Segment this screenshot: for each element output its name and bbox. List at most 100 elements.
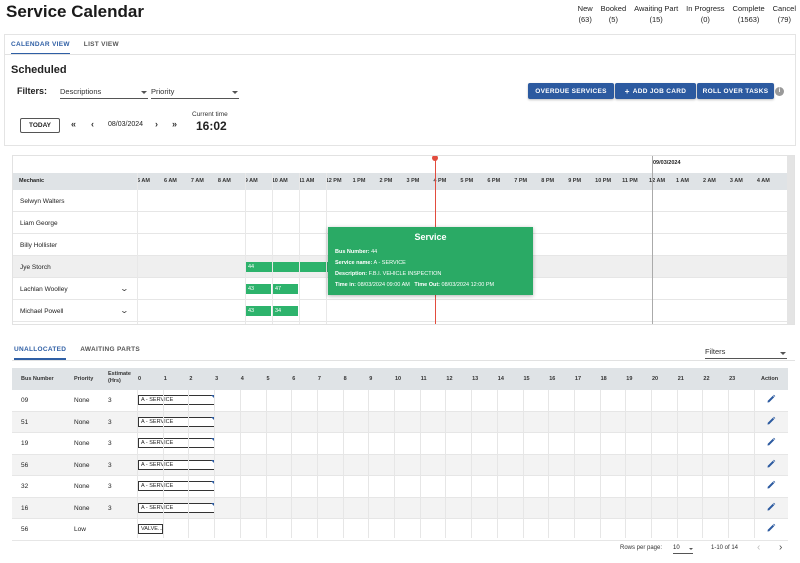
chevron-down-icon[interactable]: ⌄ [120, 284, 129, 293]
hour-label: 7 PM [514, 178, 528, 184]
info-icon[interactable]: i [775, 87, 784, 96]
timeline-header: Mechanic 5 AM 6 AM 7 AM 8 AM 9 AM 10 AM 11 AM 1… [13, 173, 794, 190]
mechanic-name: Liam George [20, 220, 58, 227]
service-chip[interactable]: A - SERVICE [138, 416, 215, 427]
hour-column-header: 9 [369, 376, 373, 382]
chevron-down-icon [689, 548, 693, 550]
mechanic-row[interactable]: Selwyn Walters [13, 190, 794, 212]
table-grid-line [394, 390, 395, 538]
edit-icon[interactable] [766, 459, 776, 469]
next-day-icon[interactable]: › [155, 119, 158, 129]
service-chip-label: A - SERVICE [141, 483, 174, 489]
pagination-range: 1-10 of 14 [711, 545, 739, 551]
table-row: 19 None 3 A - SERVICE [12, 433, 788, 455]
bus-number-cell: 16 [21, 504, 29, 512]
edit-icon[interactable] [766, 416, 776, 426]
rows-per-page-value: 10 [673, 545, 680, 551]
priority-select[interactable]: Priority [151, 85, 239, 99]
service-chip-label: A - SERVICE [141, 397, 174, 403]
descriptions-select[interactable]: Descriptions [60, 85, 148, 99]
status-stat[interactable]: Complete (1563) [733, 3, 765, 25]
plus-icon: + [624, 86, 630, 96]
status-stat[interactable]: Booked (5) [601, 3, 626, 25]
edit-icon[interactable] [766, 502, 776, 512]
first-page-icon[interactable]: « [71, 119, 76, 129]
estimate-header: Estimate (Hrs) [108, 371, 131, 384]
status-stat[interactable]: Cancel (79) [773, 3, 796, 25]
edit-icon[interactable] [766, 394, 776, 404]
tab-list-view[interactable]: LIST VIEW [84, 41, 119, 55]
service-chip[interactable]: A - SERVICE [138, 438, 215, 448]
bus-number-cell: 09 [21, 397, 29, 404]
edit-icon[interactable] [766, 523, 776, 533]
service-chip[interactable]: A - SERVICE [138, 502, 215, 513]
overdue-services-label: OVERDUE SERVICES [535, 87, 607, 95]
hour-column-header: 22 [703, 376, 710, 382]
table-row: 56 None 3 A - SERVICE [12, 454, 788, 476]
status-stat[interactable]: New (63) [578, 3, 593, 25]
table-grid-line [753, 390, 755, 538]
tab-calendar-view[interactable]: CALENDAR VIEW [11, 41, 70, 55]
table-grid-line [548, 390, 550, 538]
grid-line [299, 173, 300, 324]
status-stat[interactable]: Awaiting Part (15) [634, 3, 678, 25]
hour-label: 6 AM [163, 178, 177, 184]
service-block[interactable]: 43 [246, 306, 271, 316]
service-chip[interactable]: A - SERVICE [138, 481, 215, 491]
chevron-down-icon [232, 91, 238, 94]
table-row: 09 None 3 A - SERVICE [12, 390, 788, 412]
tab-awaiting-parts[interactable]: AWAITING PARTS [80, 346, 140, 360]
table-grid-line [214, 390, 216, 538]
service-block[interactable]: 43 [246, 284, 271, 294]
service-chip-label: A - SERVICE [141, 461, 174, 468]
current-time: 16:02 [196, 119, 227, 133]
grid-line [326, 173, 327, 324]
service-block[interactable]: 34 [273, 306, 298, 316]
filters-label: Filters: [17, 86, 48, 96]
table-row: 51 None 3 A - SERVICE [12, 411, 788, 433]
add-job-card-button[interactable]: + ADD JOB CARD [615, 83, 696, 99]
table-grid-line [316, 390, 318, 538]
service-tooltip: Service Bus Number: 44 Service name: A -… [328, 227, 533, 295]
rows-per-page-select[interactable]: 10 [673, 545, 693, 554]
hour-column-header: 20 [652, 376, 659, 382]
roll-over-tasks-button[interactable]: ROLL OVER TASKS [697, 83, 774, 99]
chevron-down-icon[interactable]: ⌄ [120, 306, 129, 315]
table-filters-select[interactable]: Filters [705, 347, 787, 359]
prev-page-icon[interactable]: ‹ [757, 542, 760, 553]
today-button[interactable]: TODAY [20, 118, 60, 133]
table-grid-line [471, 390, 473, 538]
table-grid-line [162, 390, 164, 538]
calendar-panel: CALENDAR VIEW LIST VIEW Scheduled Filters… [4, 34, 796, 146]
table-grid-line [368, 390, 370, 538]
prev-day-icon[interactable]: ‹ [91, 119, 94, 129]
service-chip[interactable]: A - SERVICE [138, 395, 215, 405]
estimate-cell: 3 [108, 483, 112, 490]
bottom-tabs-divider [12, 360, 795, 361]
hour-column-header: 18 [600, 376, 607, 382]
hour-column-header: 21 [677, 376, 684, 382]
hour-label: 9 AM [244, 178, 258, 184]
table-grid-line [445, 390, 447, 538]
hour-column-header: 15 [523, 376, 530, 382]
last-page-icon[interactable]: » [172, 119, 177, 129]
status-stat-count: (1563) [737, 15, 760, 24]
next-page-icon[interactable]: › [779, 542, 782, 553]
hour-column-header: 12 [446, 376, 453, 382]
timeline-scrollbar[interactable] [787, 156, 794, 324]
tab-unallocated[interactable]: UNALLOCATED [14, 346, 67, 360]
edit-icon[interactable] [766, 437, 776, 447]
tooltip-times: Time in: 08/03/2024 09:00 AM Time Out: 0… [335, 282, 495, 288]
hour-label: 6 PM [487, 178, 501, 184]
section-title: Scheduled [11, 64, 67, 76]
status-stat[interactable]: In Progress (0) [686, 3, 724, 25]
mechanic-row[interactable]: Michael Powell ⌄ [13, 300, 794, 322]
service-chip[interactable]: VALVE... [138, 524, 163, 534]
mechanic-name: Jye Storch [20, 264, 51, 271]
table-grid-line [239, 390, 241, 538]
table-grid-line [651, 390, 652, 538]
service-chip[interactable]: A - SERVICE [138, 459, 215, 470]
edit-icon[interactable] [766, 480, 776, 490]
overdue-services-button[interactable]: OVERDUE SERVICES [528, 83, 614, 99]
service-block[interactable]: 47 [273, 284, 298, 294]
